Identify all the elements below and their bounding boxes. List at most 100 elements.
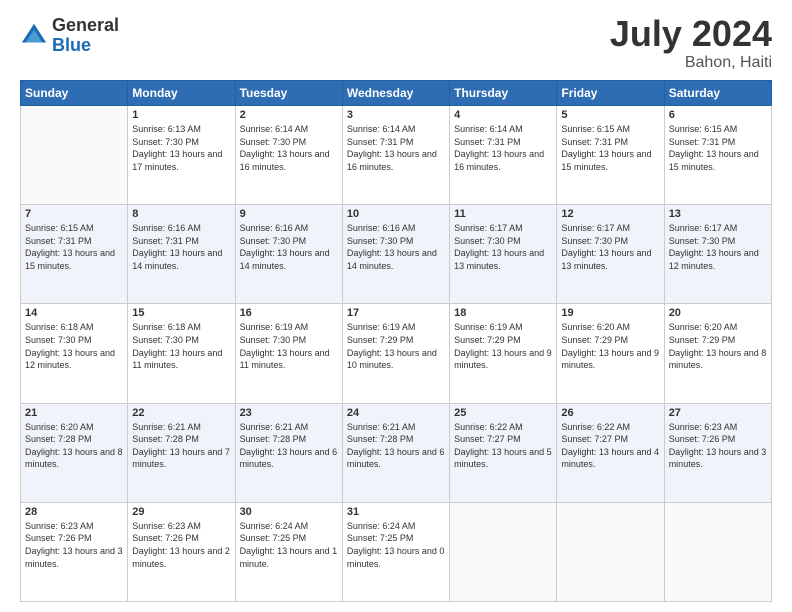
col-saturday: Saturday [664,81,771,106]
table-row: 1 Sunrise: 6:13 AMSunset: 7:30 PMDaylight… [128,106,235,205]
table-row: 23 Sunrise: 6:21 AMSunset: 7:28 PMDayligh… [235,403,342,502]
day-number: 3 [347,109,445,121]
day-info: Sunrise: 6:23 AMSunset: 7:26 PMDaylight:… [132,520,230,570]
day-info: Sunrise: 6:19 AMSunset: 7:29 PMDaylight:… [454,321,552,371]
day-number: 12 [561,208,659,220]
table-row: 13 Sunrise: 6:17 AMSunset: 7:30 PMDayligh… [664,205,771,304]
logo-blue: Blue [52,35,91,55]
day-number: 19 [561,307,659,319]
table-row: 21 Sunrise: 6:20 AMSunset: 7:28 PMDayligh… [21,403,128,502]
table-row: 25 Sunrise: 6:22 AMSunset: 7:27 PMDayligh… [450,403,557,502]
logo: General Blue [20,16,119,56]
table-row [21,106,128,205]
day-info: Sunrise: 6:22 AMSunset: 7:27 PMDaylight:… [454,421,552,471]
day-info: Sunrise: 6:15 AMSunset: 7:31 PMDaylight:… [25,222,123,272]
title-month: July 2024 [610,16,772,52]
day-info: Sunrise: 6:24 AMSunset: 7:25 PMDaylight:… [347,520,445,570]
table-row: 5 Sunrise: 6:15 AMSunset: 7:31 PMDaylight… [557,106,664,205]
calendar-week-row: 14 Sunrise: 6:18 AMSunset: 7:30 PMDayligh… [21,304,772,403]
day-info: Sunrise: 6:21 AMSunset: 7:28 PMDaylight:… [132,421,230,471]
day-number: 11 [454,208,552,220]
table-row: 10Sunrise: 6:16 AMSunset: 7:30 PMDayligh… [342,205,449,304]
table-row: 2 Sunrise: 6:14 AMSunset: 7:30 PMDaylight… [235,106,342,205]
title-location: Bahon, Haiti [610,54,772,72]
day-number: 5 [561,109,659,121]
table-row: 22 Sunrise: 6:21 AMSunset: 7:28 PMDayligh… [128,403,235,502]
day-number: 4 [454,109,552,121]
day-info: Sunrise: 6:14 AMSunset: 7:31 PMDaylight:… [454,123,552,173]
day-number: 1 [132,109,230,121]
day-number: 23 [240,407,338,419]
day-info: Sunrise: 6:17 AMSunset: 7:30 PMDaylight:… [669,222,767,272]
calendar-week-row: 21 Sunrise: 6:20 AMSunset: 7:28 PMDayligh… [21,403,772,502]
day-number: 28 [25,506,123,518]
day-info: Sunrise: 6:23 AMSunset: 7:26 PMDaylight:… [669,421,767,471]
calendar-week-row: 7 Sunrise: 6:15 AMSunset: 7:31 PMDaylight… [21,205,772,304]
table-row: 30Sunrise: 6:24 AMSunset: 7:25 PMDayligh… [235,502,342,601]
col-thursday: Thursday [450,81,557,106]
day-number: 18 [454,307,552,319]
calendar-table: Sunday Monday Tuesday Wednesday Thursday… [20,80,772,602]
calendar-week-row: 28 Sunrise: 6:23 AMSunset: 7:26 PMDayligh… [21,502,772,601]
day-info: Sunrise: 6:20 AMSunset: 7:29 PMDaylight:… [561,321,659,371]
table-row: 6Sunrise: 6:15 AMSunset: 7:31 PMDaylight… [664,106,771,205]
table-row: 18 Sunrise: 6:19 AMSunset: 7:29 PMDayligh… [450,304,557,403]
day-number: 17 [347,307,445,319]
day-number: 7 [25,208,123,220]
page: General Blue July 2024 Bahon, Haiti Sund… [0,0,792,612]
day-number: 9 [240,208,338,220]
day-number: 22 [132,407,230,419]
table-row: 14 Sunrise: 6:18 AMSunset: 7:30 PMDayligh… [21,304,128,403]
day-number: 8 [132,208,230,220]
day-number: 10 [347,208,445,220]
day-number: 21 [25,407,123,419]
day-number: 16 [240,307,338,319]
col-friday: Friday [557,81,664,106]
day-info: Sunrise: 6:13 AMSunset: 7:30 PMDaylight:… [132,123,230,173]
day-number: 31 [347,506,445,518]
day-number: 29 [132,506,230,518]
table-row: 28Sunrise: 6:23 AMSunset: 7:26 PMDayligh… [21,502,128,601]
table-row [557,502,664,601]
table-row: 15Sunrise: 6:18 AMSunset: 7:30 PMDayligh… [128,304,235,403]
title-block: July 2024 Bahon, Haiti [610,16,772,72]
day-info: Sunrise: 6:18 AMSunset: 7:30 PMDaylight:… [25,321,123,371]
table-row: 12 Sunrise: 6:17 AMSunset: 7:30 PMDayligh… [557,205,664,304]
logo-icon [20,22,48,50]
table-row: 4 Sunrise: 6:14 AMSunset: 7:31 PMDaylight… [450,106,557,205]
day-number: 20 [669,307,767,319]
col-monday: Monday [128,81,235,106]
day-info: Sunrise: 6:21 AMSunset: 7:28 PMDaylight:… [240,421,338,471]
day-info: Sunrise: 6:22 AMSunset: 7:27 PMDaylight:… [561,421,659,471]
day-number: 26 [561,407,659,419]
header: General Blue July 2024 Bahon, Haiti [20,16,772,72]
table-row [450,502,557,601]
day-info: Sunrise: 6:20 AMSunset: 7:29 PMDaylight:… [669,321,767,371]
day-info: Sunrise: 6:14 AMSunset: 7:30 PMDaylight:… [240,123,338,173]
day-number: 2 [240,109,338,121]
table-row: 16Sunrise: 6:19 AMSunset: 7:30 PMDayligh… [235,304,342,403]
logo-general: General [52,15,119,35]
day-info: Sunrise: 6:19 AMSunset: 7:29 PMDaylight:… [347,321,445,371]
calendar-week-row: 1 Sunrise: 6:13 AMSunset: 7:30 PMDaylight… [21,106,772,205]
table-row: 24 Sunrise: 6:21 AMSunset: 7:28 PMDayligh… [342,403,449,502]
table-row: 3Sunrise: 6:14 AMSunset: 7:31 PMDaylight… [342,106,449,205]
col-wednesday: Wednesday [342,81,449,106]
day-info: Sunrise: 6:21 AMSunset: 7:28 PMDaylight:… [347,421,445,471]
table-row: 7 Sunrise: 6:15 AMSunset: 7:31 PMDaylight… [21,205,128,304]
table-row: 8Sunrise: 6:16 AMSunset: 7:31 PMDaylight… [128,205,235,304]
table-row: 26 Sunrise: 6:22 AMSunset: 7:27 PMDayligh… [557,403,664,502]
day-number: 13 [669,208,767,220]
day-number: 24 [347,407,445,419]
day-number: 25 [454,407,552,419]
day-number: 27 [669,407,767,419]
day-info: Sunrise: 6:17 AMSunset: 7:30 PMDaylight:… [561,222,659,272]
day-number: 14 [25,307,123,319]
day-number: 15 [132,307,230,319]
day-info: Sunrise: 6:20 AMSunset: 7:28 PMDaylight:… [25,421,123,471]
day-info: Sunrise: 6:15 AMSunset: 7:31 PMDaylight:… [561,123,659,173]
col-sunday: Sunday [21,81,128,106]
table-row [664,502,771,601]
table-row: 29 Sunrise: 6:23 AMSunset: 7:26 PMDayligh… [128,502,235,601]
day-number: 30 [240,506,338,518]
